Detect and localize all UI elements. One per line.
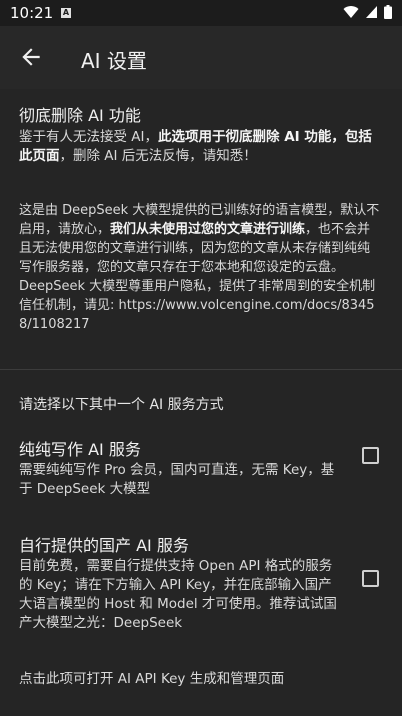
battery-icon <box>384 5 392 19</box>
option-title: 纯纯写作 AI 服务 <box>19 440 141 459</box>
divider <box>0 369 402 370</box>
choose-service-label: 请选择以下其中一个 AI 服务方式 <box>19 397 224 413</box>
option-builtin-ai-checkbox[interactable] <box>362 447 379 464</box>
status-icons <box>343 5 392 19</box>
delete-ai-title: 彻底删除 AI 功能 <box>19 106 141 125</box>
signal-icon <box>366 6 377 18</box>
toolbar: AI 设置 <box>0 26 402 89</box>
privacy-note: 这是由 DeepSeek 大模型提供的已训练好的语言模型，默认不启用，请放心，我… <box>19 201 382 334</box>
option-custom-ai-checkbox[interactable] <box>362 570 379 587</box>
back-arrow-icon[interactable] <box>18 44 44 70</box>
option-builtin-ai[interactable]: 纯纯写作 AI 服务 需要纯纯写作 Pro 会员，国内可直连，无需 Key，基于… <box>19 439 342 499</box>
wifi-icon <box>343 6 359 19</box>
privacy-paragraph-1: 这是由 DeepSeek 大模型提供的已训练好的语言模型，默认不启用，请放心，我… <box>19 203 380 275</box>
api-key-link[interactable]: 点击此项可打开 AI API Key 生成和管理页面 <box>19 667 284 687</box>
privacy-paragraph-2: DeepSeek 大模型尊重用户隐私，提供了非常周到的安全机制信任机制，请见: … <box>19 279 376 332</box>
delete-ai-desc: 鉴于有人无法接受 AI，此选项用于彻底删除 AI 功能，包括此页面，删除 AI … <box>19 129 372 164</box>
option-desc: 需要纯纯写作 Pro 会员，国内可直连，无需 Key，基于 DeepSeek 大… <box>19 462 335 497</box>
notification-a-icon: A <box>61 8 71 18</box>
delete-ai-item[interactable]: 彻底删除 AI 功能 鉴于有人无法接受 AI，此选项用于彻底删除 AI 功能，包… <box>19 105 382 166</box>
option-desc: 目前免费，需要自行提供支持 Open API 格式的服务的 Key；请在下方输入… <box>19 558 337 631</box>
status-time: 10:21 <box>10 4 54 22</box>
option-title: 自行提供的国产 AI 服务 <box>19 536 189 555</box>
page-title: AI 设置 <box>81 49 147 73</box>
status-bar: 10:21 A <box>0 0 402 26</box>
option-custom-ai[interactable]: 自行提供的国产 AI 服务 目前免费，需要自行提供支持 Open API 格式的… <box>19 535 342 633</box>
